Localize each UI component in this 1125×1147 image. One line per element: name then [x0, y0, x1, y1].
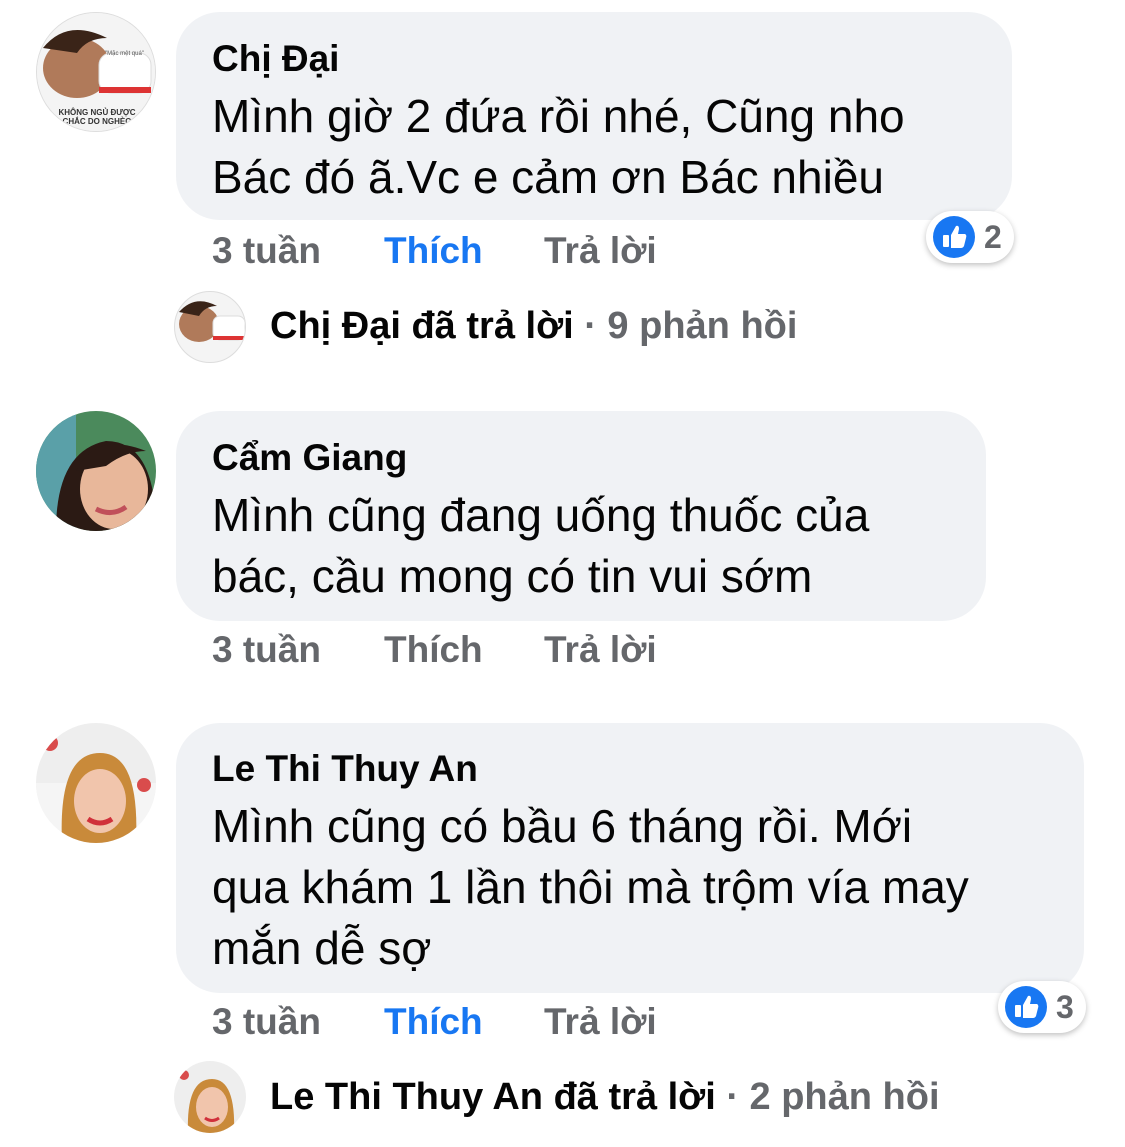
comment-time[interactable]: 3 tuần [212, 230, 321, 272]
reply-author: Le Thi Thuy An [270, 1075, 544, 1118]
comment-text: Mình giờ 2 đứa rồi nhé, Cũng nho Bác đó … [212, 86, 905, 208]
avatar[interactable] [36, 411, 156, 531]
comment-text-line: mắn dễ sợ [212, 922, 432, 974]
like-button[interactable]: Thích [384, 230, 483, 272]
reaction-summary[interactable]: 3 [998, 981, 1086, 1033]
comment-time[interactable]: 3 tuần [212, 1001, 321, 1043]
view-replies-link[interactable]: Le Thi Thuy An đã trả lời · 2 phản hồi [270, 1073, 940, 1121]
avatar-photo [174, 1061, 246, 1133]
reply-button[interactable]: Trả lời [544, 1001, 657, 1043]
reply-button[interactable]: Trả lời [544, 230, 657, 272]
like-icon [933, 216, 975, 258]
like-icon [1005, 986, 1047, 1028]
reply-author: Chị Đại [270, 304, 401, 347]
comment-text-line: Mình cũng đang uống thuốc của [212, 489, 870, 541]
reply-separator: · [584, 304, 597, 347]
comment-time[interactable]: 3 tuần [212, 629, 321, 671]
comment-author[interactable]: Chị Đại [212, 37, 339, 81]
reply-count: 9 phản hồi [607, 304, 798, 347]
avatar-photo [179, 301, 245, 342]
comment-text-line: Mình giờ 2 đứa rồi nhé, Cũng nho [212, 90, 905, 142]
comment-text-line: qua khám 1 lần thôi mà trộm vía may [212, 861, 969, 913]
comment-text: Mình cũng đang uống thuốc của bác, cầu m… [212, 485, 869, 607]
reply-avatar[interactable] [174, 291, 246, 363]
like-button[interactable]: Thích [384, 1001, 483, 1043]
avatar-photo [36, 723, 156, 843]
reaction-count: 3 [1056, 988, 1074, 1025]
comment-author[interactable]: Cẩm Giang [212, 436, 407, 480]
avatar-photo [36, 411, 156, 531]
comment-author[interactable]: Le Thi Thuy An [212, 747, 478, 791]
reply-action: đã trả lời [411, 304, 574, 347]
like-button[interactable]: Thích [384, 629, 483, 671]
avatar[interactable] [36, 723, 156, 843]
avatar-caption: CHẮC DO NGHÈO [62, 117, 132, 126]
avatar-caption: KHÔNG NGỦ ĐƯỢC [58, 108, 136, 117]
comment-text-line: Bác đó ã.Vc e cảm ơn Bác nhiều [212, 151, 884, 203]
reaction-summary[interactable]: 2 [926, 211, 1014, 263]
reply-button[interactable]: Trả lời [544, 629, 657, 671]
comment-text-line: bác, cầu mong có tin vui sớm [212, 550, 813, 602]
comment-text-line: Mình cũng có bầu 6 tháng rồi. Mới [212, 800, 913, 852]
reaction-count: 2 [984, 218, 1002, 255]
reply-action: đã trả lời [553, 1075, 716, 1118]
view-replies-link[interactable]: Chị Đại đã trả lời · 9 phản hồi [270, 302, 797, 350]
reply-avatar[interactable] [174, 1061, 246, 1133]
avatar-tag: "Mặc mệt quá" [105, 51, 144, 57]
reply-count: 2 phản hồi [749, 1075, 940, 1118]
avatar[interactable]: "Mặc mệt quá" KHÔNG NGỦ ĐƯỢC CHẮC DO NGH… [36, 12, 156, 132]
reply-separator: · [726, 1075, 739, 1118]
comment-text: Mình cũng có bầu 6 tháng rồi. Mới qua kh… [212, 796, 969, 979]
